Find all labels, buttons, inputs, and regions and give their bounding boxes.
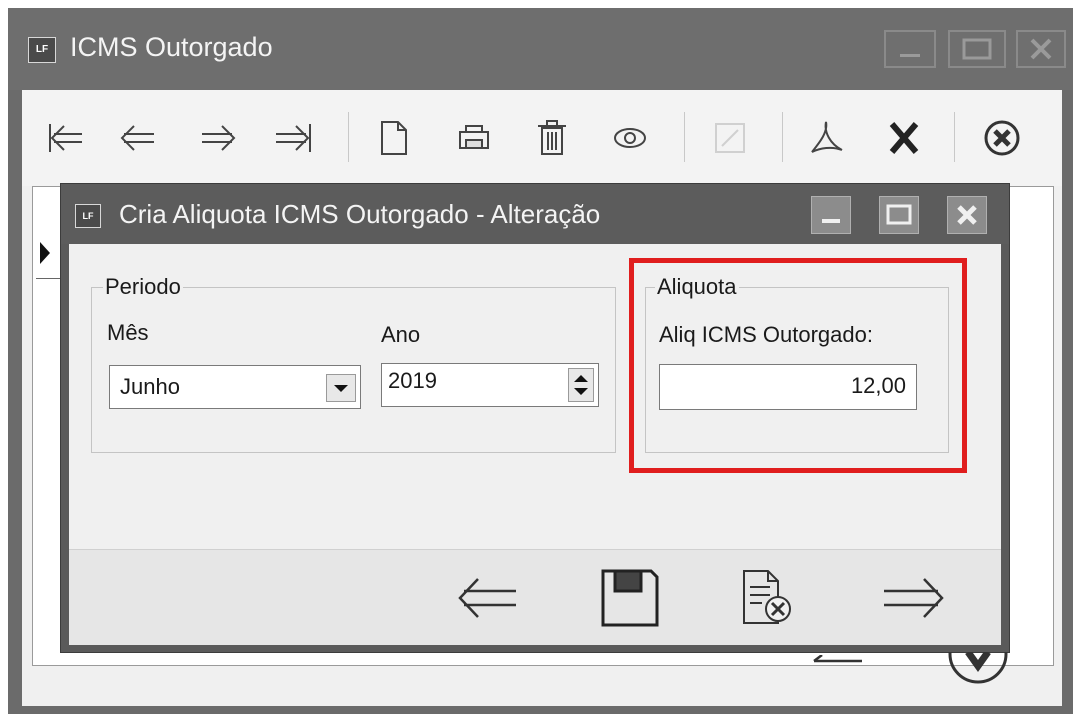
minimize-button[interactable] [884,30,936,68]
mes-select[interactable]: Junho [109,365,361,409]
hidden-close-circle-icon[interactable] [946,652,1010,686]
close-circle-icon[interactable] [982,118,1022,158]
previous-record-icon[interactable] [118,118,158,158]
maximize-button[interactable] [948,30,1006,68]
dialog-minimize-button[interactable] [811,196,851,234]
first-record-icon[interactable] [46,118,86,158]
row-indicator-icon [36,238,54,268]
dialog-close-button[interactable] [947,196,987,234]
mes-label: Mês [107,320,149,345]
outer-titlebar: LF ICMS Outorgado [8,8,1073,90]
ano-label: Ano [381,322,421,347]
ano-stepper-value: 2019 [388,368,437,393]
mes-select-value: Junho [120,374,180,399]
last-record-icon[interactable] [274,118,314,158]
toolbar [22,90,1062,186]
print-icon[interactable] [454,118,494,158]
next-record-icon[interactable] [198,118,238,158]
close-button[interactable] [1016,30,1066,68]
previous-arrow-icon[interactable] [456,565,522,631]
save-icon[interactable] [597,565,663,631]
periodo-legend: Periodo [103,274,183,300]
dialog-maximize-button[interactable] [879,196,919,234]
aliquota-highlight [629,258,967,473]
toolbar-separator [782,112,783,162]
dialog-footer [69,549,1001,645]
cancel-document-icon[interactable] [738,565,804,631]
hidden-previous-arrow-icon[interactable] [808,655,864,675]
ano-stepper[interactable]: 2019 [381,363,599,407]
app-logo-icon: LF [28,37,56,63]
dialog-titlebar: LF Cria Aliquota ICMS Outorgado - Altera… [61,184,1009,244]
pdf-icon[interactable] [806,118,846,158]
next-arrow-icon[interactable] [880,565,946,631]
dialog-title: Cria Aliquota ICMS Outorgado - Alteração [119,199,601,229]
toolbar-separator [348,112,349,162]
app-logo-icon: LF [75,204,101,228]
view-icon[interactable] [610,118,650,158]
ano-spin-button[interactable] [568,368,594,402]
excel-icon[interactable] [884,118,924,158]
toolbar-separator [954,112,955,162]
delete-icon[interactable] [532,118,572,158]
edit-icon [710,118,750,158]
outer-window-title: ICMS Outorgado [70,32,273,62]
toolbar-separator [684,112,685,162]
new-document-icon[interactable] [374,118,414,158]
mes-dropdown-button[interactable] [326,374,356,402]
grid-gridline [36,278,60,279]
